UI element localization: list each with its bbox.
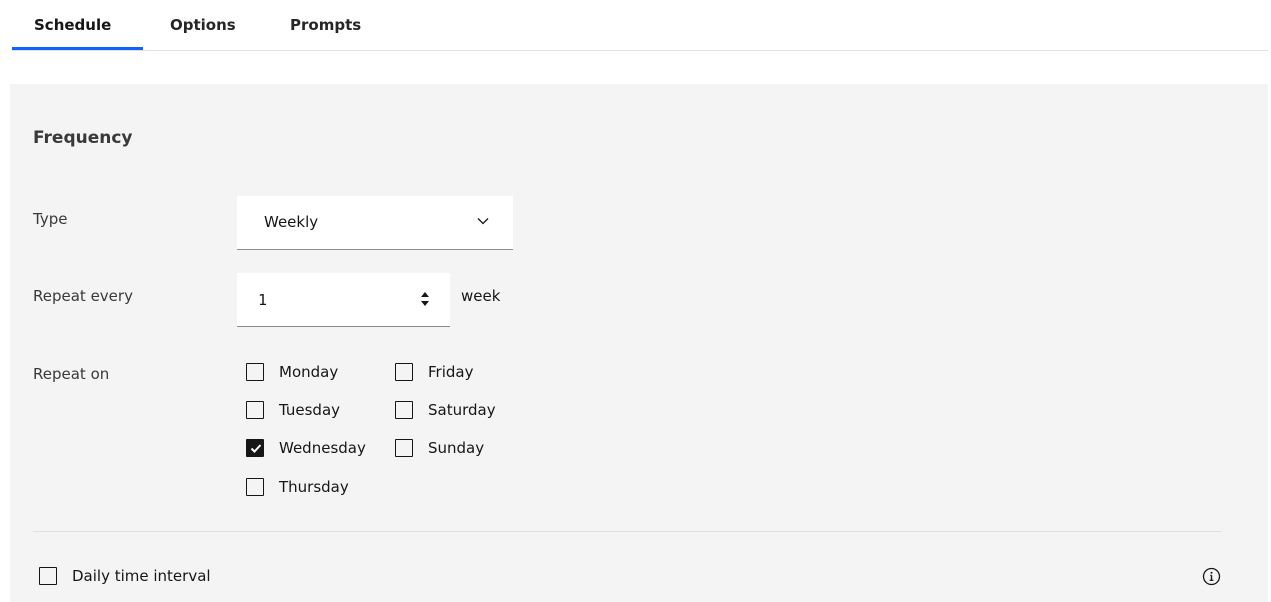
- frequency-panel: Frequency Type Weekly Repeat every 1 wee…: [10, 84, 1268, 602]
- checkbox-label: Monday: [279, 363, 339, 381]
- checkbox-label: Wednesday: [279, 439, 366, 457]
- divider: [33, 531, 1222, 532]
- tab-options-label: Options: [170, 16, 236, 34]
- tab-prompts[interactable]: Prompts: [290, 0, 361, 50]
- repeat-unit-label: week: [461, 287, 501, 305]
- info-icon[interactable]: [1202, 567, 1221, 586]
- checkbox-box[interactable]: [246, 401, 264, 419]
- repeat-every-input[interactable]: 1: [237, 273, 450, 327]
- repeat-on-label: Repeat on: [33, 365, 110, 383]
- chevron-down-icon: [477, 218, 489, 225]
- tab-schedule[interactable]: Schedule: [12, 0, 143, 50]
- repeat-every-value: 1: [258, 291, 268, 309]
- checkbox-label: Saturday: [428, 401, 496, 419]
- checkbox-label: Friday: [428, 363, 474, 381]
- checkmark-icon: [250, 444, 262, 453]
- checkbox-box-checked[interactable]: [246, 439, 264, 457]
- type-select[interactable]: Weekly: [237, 196, 513, 250]
- section-title: Frequency: [33, 128, 133, 148]
- type-label: Type: [33, 210, 68, 228]
- tab-schedule-label: Schedule: [34, 16, 112, 34]
- checkbox-box[interactable]: [395, 363, 413, 381]
- checkbox-label: Tuesday: [279, 401, 341, 419]
- checkbox-label: Thursday: [279, 478, 349, 496]
- checkbox-box[interactable]: [395, 439, 413, 457]
- checkbox-box[interactable]: [39, 567, 57, 585]
- checkbox-box[interactable]: [246, 478, 264, 496]
- checkbox-label: Sunday: [428, 439, 485, 457]
- stepper-icon[interactable]: [420, 289, 430, 309]
- repeat-every-label: Repeat every: [33, 287, 133, 305]
- type-select-value: Weekly: [264, 213, 319, 231]
- checkbox-box[interactable]: [395, 401, 413, 419]
- checkbox-label: Daily time interval: [72, 567, 211, 585]
- tab-prompts-label: Prompts: [290, 16, 362, 34]
- tab-options[interactable]: Options: [170, 0, 236, 50]
- tab-bar: Schedule Options Prompts: [12, 0, 1268, 51]
- checkbox-box[interactable]: [246, 363, 264, 381]
